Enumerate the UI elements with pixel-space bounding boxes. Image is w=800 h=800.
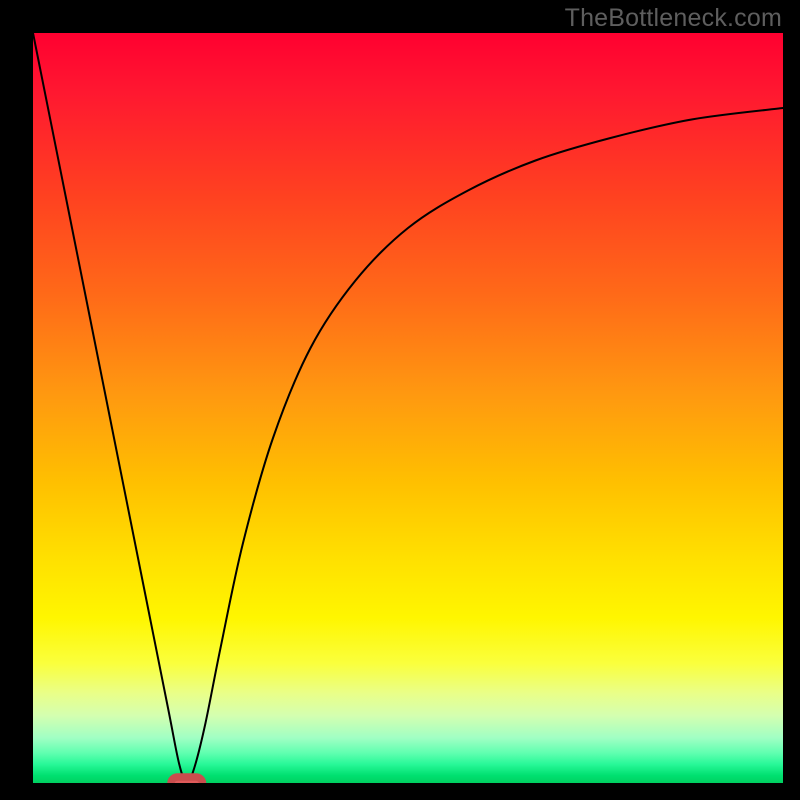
watermark-text: TheBottleneck.com bbox=[565, 4, 782, 33]
chart-frame: TheBottleneck.com bbox=[0, 0, 800, 800]
chart-background-gradient bbox=[33, 33, 783, 783]
chart-plot-area bbox=[33, 33, 783, 783]
